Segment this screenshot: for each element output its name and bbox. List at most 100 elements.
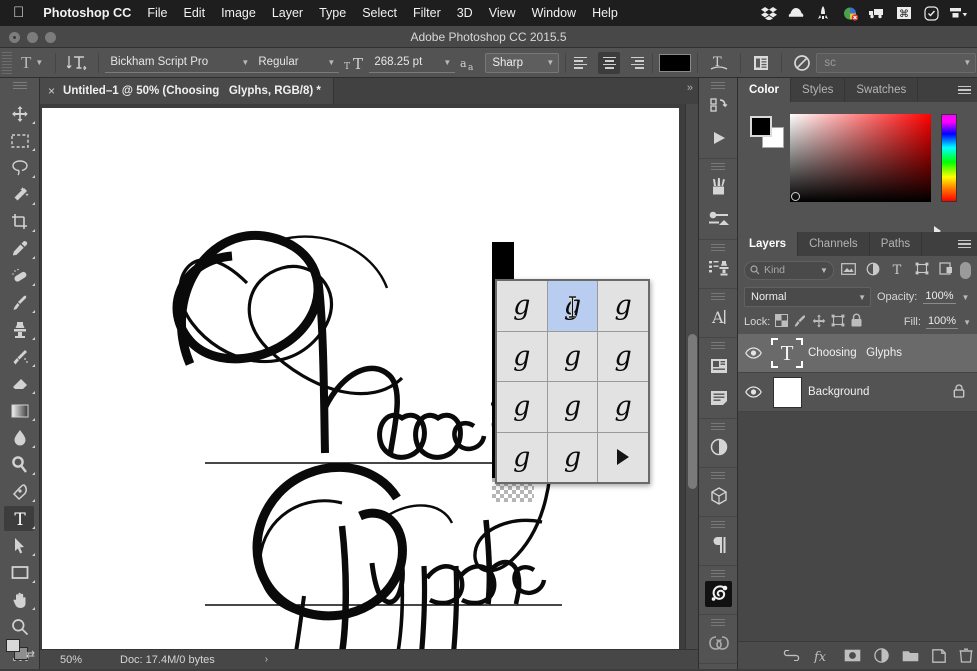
glyph-alternate-cell[interactable]: g — [598, 331, 648, 381]
lock-position-icon[interactable] — [812, 314, 826, 331]
pen-tool[interactable] — [0, 478, 40, 505]
layer-row-background[interactable]: Background — [738, 373, 977, 412]
actions-panel-icon[interactable] — [699, 122, 739, 154]
crop-tool[interactable] — [0, 208, 40, 235]
dodge-tool[interactable] — [0, 451, 40, 478]
dock-grip[interactable] — [711, 619, 725, 626]
command-icon[interactable]: ⌘ — [891, 2, 917, 24]
paragraph-panel-icon[interactable] — [699, 529, 739, 561]
color-spectrum-field[interactable] — [790, 114, 931, 202]
path-selection-tool[interactable] — [0, 532, 40, 559]
menu-item-help[interactable]: Help — [584, 6, 626, 20]
color-panel-menu-button[interactable] — [958, 78, 971, 102]
menu-item-type[interactable]: Type — [311, 6, 354, 20]
menu-item-view[interactable]: View — [481, 6, 524, 20]
dock-grip[interactable] — [711, 244, 725, 251]
chevron-down-icon[interactable]: ▼ — [963, 318, 971, 327]
new-adjustment-layer-icon[interactable] — [873, 648, 889, 663]
glyph-more-alternates-cell[interactable] — [598, 432, 648, 482]
glyph-alternate-cell[interactable]: g — [497, 382, 547, 432]
glyphs-panel-icon[interactable] — [699, 578, 739, 610]
layer-thumbnail[interactable]: T — [766, 338, 808, 368]
opacity-value[interactable]: 100% — [923, 290, 956, 304]
color-wheel-icon[interactable] — [837, 2, 863, 24]
foreground-color-swatch[interactable] — [750, 116, 772, 137]
layer-style-fx-icon[interactable]: fx — [813, 649, 831, 663]
glyph-alternate-cell[interactable]: g — [497, 281, 547, 331]
new-group-icon[interactable] — [902, 649, 919, 662]
glyph-alternate-cell[interactable]: g — [547, 382, 598, 432]
tools-panel-grip[interactable] — [13, 82, 27, 91]
text-color-swatch[interactable] — [659, 53, 692, 72]
type-tool[interactable]: T — [0, 505, 40, 532]
link-layers-icon[interactable] — [783, 650, 800, 661]
close-icon[interactable]: × — [48, 84, 55, 98]
history-brush-tool[interactable] — [0, 343, 40, 370]
filter-shape-icon[interactable] — [911, 262, 931, 278]
lock-all-icon[interactable] — [850, 313, 863, 331]
lock-transparency-icon[interactable] — [775, 314, 789, 330]
paragraph-styles-panel-icon[interactable] — [699, 350, 739, 382]
warp-text-icon[interactable]: T — [704, 54, 734, 72]
document-tab[interactable]: × Untitled–1 @ 50% (Choosing Glyphs, RGB… — [40, 78, 334, 104]
align-center-button[interactable] — [598, 51, 621, 74]
dock-grip[interactable] — [711, 423, 725, 430]
layers-panel-menu-button[interactable] — [958, 232, 971, 256]
hue-slider[interactable] — [941, 114, 957, 202]
layer-filter-kind-select[interactable]: Kind ▼ — [744, 260, 834, 280]
menu-item-photoshop[interactable]: Photoshop CC — [35, 6, 139, 20]
font-family-select[interactable]: Bickham Script Pro ▼ — [105, 52, 254, 73]
dock-grip[interactable] — [711, 570, 725, 577]
3d-panel-icon[interactable] — [699, 480, 739, 512]
libraries-panel-icon[interactable] — [699, 627, 739, 659]
layer-row-text[interactable]: T Choosing Glyphs — [738, 334, 977, 373]
tab-styles[interactable]: Styles — [791, 78, 846, 102]
lasso-tool[interactable] — [0, 154, 40, 181]
tab-swatches[interactable]: Swatches — [845, 78, 919, 102]
tab-color[interactable]: Color — [738, 78, 792, 102]
filter-smart-object-icon[interactable] — [936, 262, 956, 278]
add-layer-mask-icon[interactable] — [844, 649, 861, 662]
eraser-tool[interactable] — [0, 370, 40, 397]
brush-settings-panel-icon[interactable] — [699, 203, 739, 235]
dock-grip[interactable] — [711, 82, 725, 89]
character-panel-icon[interactable]: A — [699, 301, 739, 333]
glyph-alternate-cell[interactable]: g — [497, 331, 547, 381]
rocket-icon[interactable] — [810, 2, 836, 24]
tab-layers[interactable]: Layers — [738, 232, 799, 256]
history-panel-icon[interactable] — [699, 90, 739, 122]
filter-pixel-icon[interactable] — [838, 262, 858, 278]
dock-grip[interactable] — [711, 342, 725, 349]
clone-source-panel-icon[interactable] — [699, 252, 739, 284]
brushes-panel-icon[interactable] — [699, 171, 739, 203]
glyph-alternates-popup[interactable]: g g g g g g g g g g g — [495, 279, 650, 484]
dock-grip[interactable] — [711, 472, 725, 479]
menu-item-layer[interactable]: Layer — [264, 6, 311, 20]
glyph-alternate-cell[interactable]: g — [598, 382, 648, 432]
tab-paths[interactable]: Paths — [870, 232, 923, 256]
glyph-alternate-cell[interactable]: g — [497, 432, 547, 482]
truck-icon[interactable] — [864, 2, 890, 24]
brush-tool[interactable] — [0, 289, 40, 316]
align-right-button[interactable] — [622, 52, 645, 74]
gradient-tool[interactable] — [0, 397, 40, 424]
menu-item-3d[interactable]: 3D — [449, 6, 481, 20]
menu-item-file[interactable]: File — [139, 6, 175, 20]
commit-field[interactable]: sc ▼ — [816, 52, 977, 73]
foreground-color-swatch[interactable] — [6, 639, 20, 652]
filter-type-icon[interactable]: T — [887, 262, 907, 279]
options-bar-grip[interactable] — [2, 51, 12, 74]
cloud-icon[interactable] — [783, 2, 809, 24]
tab-channels[interactable]: Channels — [798, 232, 870, 256]
checkmark-circle-icon[interactable] — [918, 2, 944, 24]
font-style-select[interactable]: Regular ▼ — [253, 52, 340, 73]
collapse-tabs-icon[interactable]: » — [682, 80, 698, 96]
align-left-button[interactable] — [574, 52, 596, 74]
menu-item-window[interactable]: Window — [524, 6, 584, 20]
dock-grip[interactable] — [711, 163, 725, 170]
clone-stamp-tool[interactable] — [0, 316, 40, 343]
magic-wand-tool[interactable] — [0, 181, 40, 208]
anti-alias-select[interactable]: Sharp ▼ — [485, 52, 560, 73]
status-menu-arrow-icon[interactable]: › — [215, 654, 268, 665]
zoom-tool[interactable] — [0, 613, 40, 640]
